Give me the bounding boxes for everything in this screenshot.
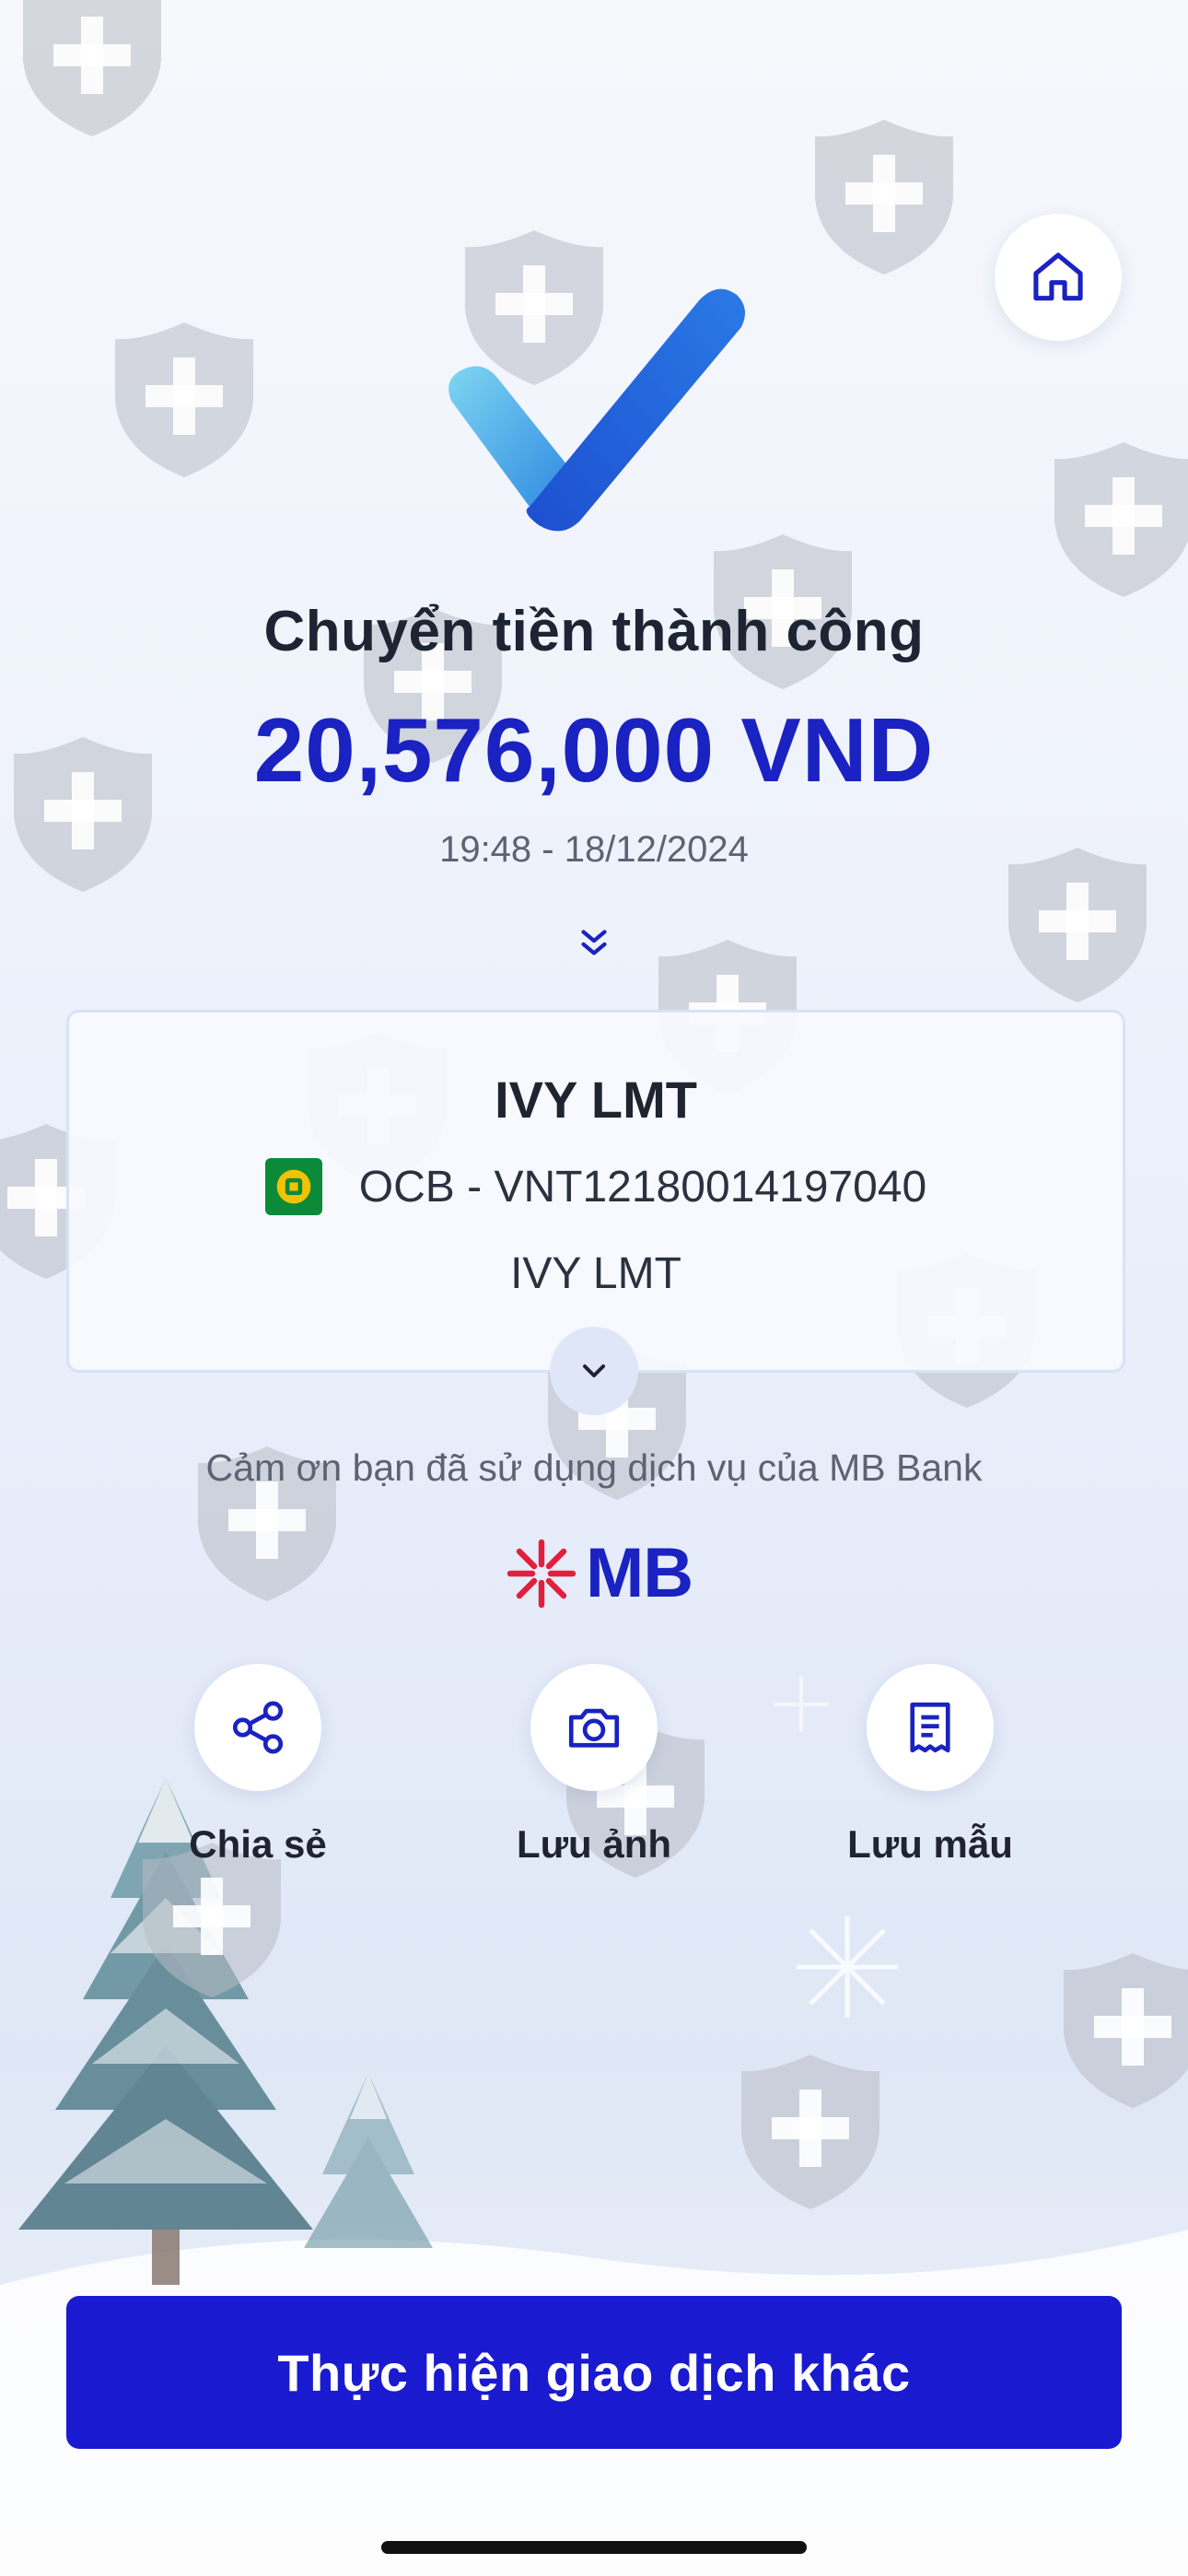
mb-bank-logo: MB (505, 1533, 693, 1613)
recipient-account-holder: IVY LMT (510, 1249, 681, 1298)
home-icon (1033, 252, 1083, 301)
save-image-action[interactable]: Lưu ảnh (474, 1664, 714, 1867)
transfer-datetime: 19:48 - 18/12/2024 (439, 829, 749, 870)
recipient-account-row: OCB - VNT12180014197040 (69, 1158, 1123, 1215)
camera-icon (568, 1708, 620, 1748)
chevron-down-icon (583, 1364, 605, 1377)
new-transaction-button[interactable]: Thực hiện giao dịch khác (66, 2296, 1122, 2449)
share-label: Chia sẻ (189, 1822, 327, 1866)
share-action[interactable]: Chia sẻ (138, 1664, 378, 1867)
transfer-status-title: Chuyển tiền thành công (263, 600, 925, 663)
share-icon (232, 1701, 284, 1754)
home-button[interactable] (995, 214, 1122, 341)
transfer-amount: 20,576,000 VND (253, 699, 935, 801)
recipient-bank-account: OCB - VNT12180014197040 (358, 1162, 927, 1212)
receipt-icon (910, 1702, 950, 1753)
thank-you-note: Cảm ơn bạn đã sử dụng dịch vụ của MB Ban… (205, 1446, 983, 1489)
save-template-action[interactable]: Lưu mẫu (810, 1664, 1050, 1867)
double-chevron-down-icon[interactable] (573, 921, 615, 964)
recipient-name: IVY LMT (495, 1071, 697, 1129)
mb-star-icon (507, 1539, 577, 1608)
save-template-button[interactable] (867, 1664, 994, 1791)
expand-details-button[interactable] (550, 1327, 638, 1415)
save-image-button[interactable] (530, 1664, 658, 1791)
mb-logo-text: MB (586, 1534, 693, 1612)
recipient-card: IVY LMT OCB - VNT12180014197040 IVY LMT (66, 1010, 1125, 1373)
success-check-icon (448, 288, 745, 532)
share-button[interactable] (194, 1664, 321, 1791)
ocb-bank-logo-icon (264, 1158, 322, 1215)
save-template-label: Lưu mẫu (847, 1822, 1013, 1866)
home-indicator (381, 2541, 807, 2554)
save-image-label: Lưu ảnh (516, 1822, 672, 1866)
